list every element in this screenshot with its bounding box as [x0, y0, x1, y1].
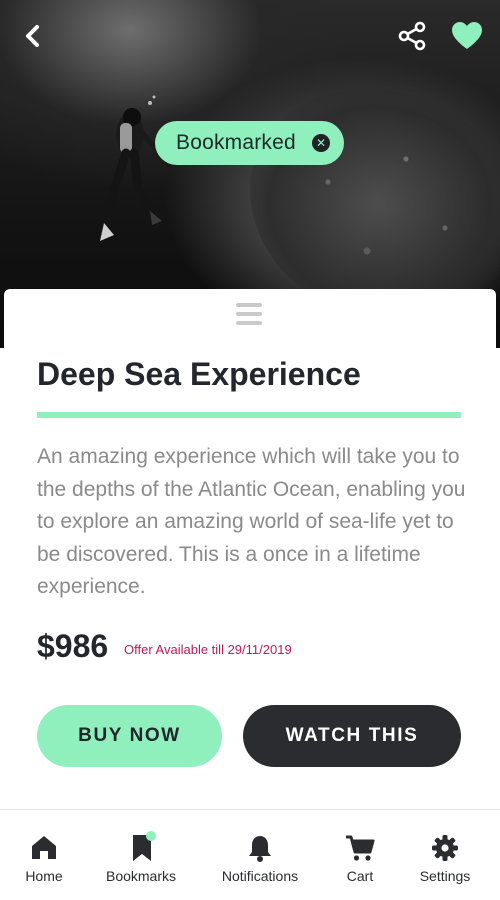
nav-item-notifications[interactable]: Notifications: [215, 810, 305, 900]
nav-label-bookmarks: Bookmarks: [105, 868, 177, 884]
bookmarks-badge-dot: [146, 831, 156, 841]
nav-label-cart: Cart: [346, 868, 374, 884]
nav-item-home[interactable]: Home: [14, 810, 74, 900]
bookmarked-chip: Bookmarked ✕: [155, 121, 344, 165]
watch-this-button[interactable]: WATCH THIS: [243, 705, 461, 767]
nav-item-settings[interactable]: Settings: [415, 810, 475, 900]
bell-icon: [249, 836, 271, 862]
nav-item-cart[interactable]: Cart: [335, 810, 385, 900]
nav-item-bookmarks[interactable]: Bookmarks: [101, 810, 181, 900]
favorite-button[interactable]: [450, 20, 484, 52]
chevron-left-icon: [26, 25, 39, 47]
heart-icon: [452, 22, 482, 49]
home-icon: [32, 836, 56, 859]
share-icon: [398, 21, 426, 51]
close-icon[interactable]: ✕: [312, 134, 330, 152]
back-button[interactable]: [18, 20, 50, 52]
bookmarked-chip-label: Bookmarked: [176, 131, 296, 154]
page-title: Deep Sea Experience: [37, 356, 361, 392]
cart-icon: [346, 835, 375, 861]
title-underline: [37, 412, 461, 418]
nav-label-settings: Settings: [419, 868, 471, 884]
drag-handle[interactable]: [236, 303, 262, 327]
nav-label-home: Home: [25, 868, 63, 884]
buy-now-button[interactable]: BUY NOW: [37, 705, 222, 767]
nav-label-notifications: Notifications: [221, 868, 299, 884]
share-button[interactable]: [396, 20, 428, 52]
gear-icon: [432, 835, 458, 861]
price-value: $986: [37, 628, 109, 664]
bottom-nav: Home Bookmarks Notifications Cart Settin…: [0, 810, 500, 900]
diver-figure: [100, 95, 173, 241]
offer-note: Offer Available till 29/11/2019: [124, 642, 292, 657]
experience-description: An amazing experience which will take yo…: [37, 445, 466, 598]
